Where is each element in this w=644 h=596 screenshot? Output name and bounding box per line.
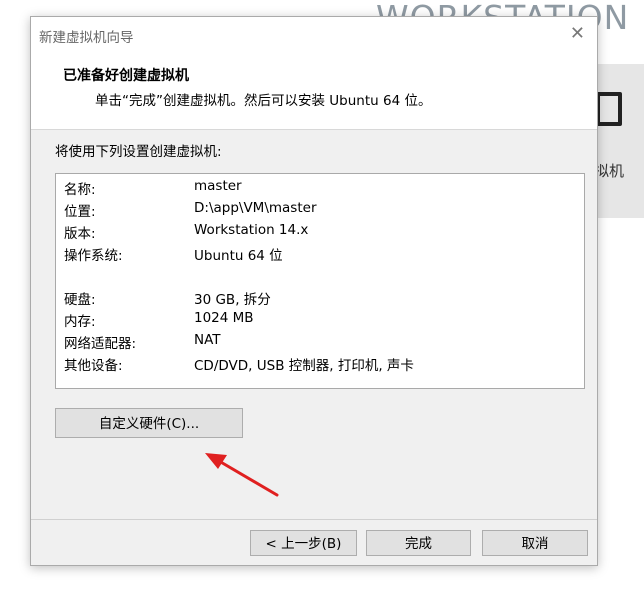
- window-title: 新建虚拟机向导: [39, 30, 134, 46]
- finish-button[interactable]: 完成: [366, 530, 471, 556]
- summary-key: 硬盘:: [64, 292, 96, 308]
- dialog-titlebar: 新建虚拟机向导 ✕: [31, 17, 597, 53]
- background-tile-label: 拟机: [594, 162, 625, 180]
- summary-key: 网络适配器:: [64, 336, 137, 352]
- new-vm-icon: [596, 92, 622, 126]
- settings-summary-box: 名称: master 位置: D:\app\VM\master 版本: Work…: [55, 173, 585, 389]
- summary-key: 版本:: [64, 226, 96, 242]
- summary-value: NAT: [194, 332, 221, 348]
- summary-value: D:\app\VM\master: [194, 200, 317, 216]
- summary-key: 内存:: [64, 314, 96, 330]
- summary-value: master: [194, 178, 242, 194]
- summary-value: Ubuntu 64 位: [194, 248, 283, 264]
- footer-divider: [31, 519, 597, 520]
- page-title: 已准备好创建虚拟机: [63, 68, 189, 84]
- wizard-header: 已准备好创建虚拟机 单击“完成”创建虚拟机。然后可以安装 Ubuntu 64 位…: [31, 53, 597, 130]
- annotation-arrow-icon: [205, 453, 279, 497]
- customize-hardware-button[interactable]: 自定义硬件(C)...: [55, 408, 243, 438]
- summary-label: 将使用下列设置创建虚拟机:: [55, 144, 222, 160]
- summary-key: 操作系统:: [64, 248, 123, 264]
- back-button[interactable]: < 上一步(B): [250, 530, 357, 556]
- summary-key: 其他设备:: [64, 358, 123, 374]
- close-icon[interactable]: ✕: [570, 24, 585, 44]
- cancel-button[interactable]: 取消: [482, 530, 588, 556]
- summary-value: 30 GB, 拆分: [194, 292, 271, 308]
- page-subtitle: 单击“完成”创建虚拟机。然后可以安装 Ubuntu 64 位。: [95, 93, 432, 109]
- summary-key: 名称:: [64, 182, 96, 198]
- summary-key: 位置:: [64, 204, 96, 220]
- summary-value: Workstation 14.x: [194, 222, 309, 238]
- new-vm-wizard-dialog: 新建虚拟机向导 ✕ 已准备好创建虚拟机 单击“完成”创建虚拟机。然后可以安装 U…: [30, 16, 598, 566]
- summary-value: 1024 MB: [194, 310, 254, 326]
- summary-value: CD/DVD, USB 控制器, 打印机, 声卡: [194, 358, 414, 374]
